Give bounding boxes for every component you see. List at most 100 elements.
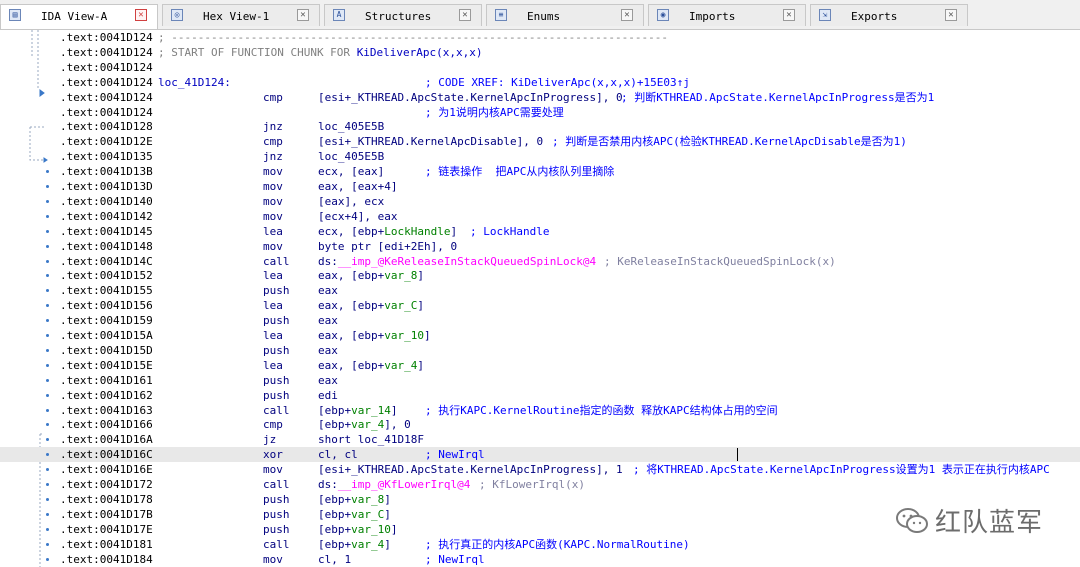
address[interactable]: .text:0041D16E <box>60 462 153 477</box>
listing-row[interactable]: .text:0041D184 mov cl, 1 ; NewIrql <box>0 552 1080 567</box>
operands[interactable]: [ecx+4], eax <box>318 209 397 224</box>
address[interactable]: .text:0041D162 <box>60 388 153 403</box>
operands[interactable]: [ebp+var_C] <box>318 507 391 522</box>
address[interactable]: .text:0041D124 <box>60 105 153 120</box>
address[interactable]: .text:0041D14C <box>60 254 153 269</box>
tab-imports[interactable]: ◉ Imports ✕ <box>648 4 806 26</box>
address[interactable]: .text:0041D15A <box>60 328 153 343</box>
tab-exports[interactable]: ⇲ Exports ✕ <box>810 4 968 26</box>
address[interactable]: .text:0041D16C <box>60 447 153 462</box>
tab-hex-view-1[interactable]: ◎ Hex View-1 ✕ <box>162 4 320 26</box>
listing-row[interactable]: .text:0041D163 call [ebp+var_14] ; 执行KAPC.K… <box>0 403 1080 418</box>
close-icon[interactable]: ✕ <box>783 9 795 21</box>
operands[interactable]: edi <box>318 388 338 403</box>
operands[interactable]: [esi+_KTHREAD.KernelApcDisable], 0 <box>318 134 543 149</box>
address[interactable]: .text:0041D16A <box>60 432 153 447</box>
listing-row[interactable]: .text:0041D156 lea eax, [ebp+var_C] <box>0 298 1080 313</box>
operands[interactable]: [ebp+var_14] <box>318 403 398 418</box>
address[interactable]: .text:0041D178 <box>60 492 153 507</box>
operands[interactable]: [ebp+var_8] <box>318 492 391 507</box>
function-name[interactable]: KiDeliverApc(x,x,x) <box>357 46 483 59</box>
listing-row[interactable]: .text:0041D145 lea ecx, [ebp+LockHandle] ; … <box>0 224 1080 239</box>
operands[interactable]: eax, [eax+4] <box>318 179 397 194</box>
operands[interactable]: short loc_41D18F <box>318 432 424 447</box>
tab-enums[interactable]: ≡ Enums ✕ <box>486 4 644 26</box>
operands[interactable]: cl, 1 <box>318 552 351 567</box>
address[interactable]: .text:0041D124 <box>60 60 153 75</box>
listing-row[interactable]: .text:0041D152 lea eax, [ebp+var_8] <box>0 268 1080 283</box>
operands[interactable]: loc_405E5B <box>318 149 384 164</box>
tab-ida-view-a[interactable]: ▤ IDA View-A ✕ <box>0 4 158 29</box>
listing-row[interactable]: .text:0041D13D mov eax, [eax+4] <box>0 179 1080 194</box>
operands[interactable]: eax <box>318 283 338 298</box>
operands[interactable]: ds:__imp_@KfLowerIrql@4 <box>318 477 470 492</box>
tab-structures[interactable]: A Structures ✕ <box>324 4 482 26</box>
listing-row[interactable]: .text:0041D181 call [ebp+var_4] ; 执行真正的内核AP… <box>0 537 1080 552</box>
address[interactable]: .text:0041D166 <box>60 417 153 432</box>
address[interactable]: .text:0041D15D <box>60 343 153 358</box>
address[interactable]: .text:0041D124 <box>60 30 153 45</box>
listing-row[interactable]: .text:0041D15D push eax <box>0 343 1080 358</box>
address[interactable]: .text:0041D12E <box>60 134 153 149</box>
listing-row[interactable]: .text:0041D124 ; 为1说明内核APC需要处理 <box>0 105 1080 120</box>
listing-row[interactable]: .text:0041D124 ; START OF FUNCTION CHUNK … <box>0 45 1080 60</box>
listing-row[interactable]: .text:0041D14C call ds:__imp_@KeReleaseInS… <box>0 254 1080 269</box>
address[interactable]: .text:0041D163 <box>60 403 153 418</box>
listing-row[interactable]: .text:0041D16C xor cl, cl ; NewIrql <box>0 447 1080 463</box>
listing-row[interactable]: .text:0041D15E lea eax, [ebp+var_4] <box>0 358 1080 373</box>
listing-row[interactable]: .text:0041D15A lea eax, [ebp+var_10] <box>0 328 1080 343</box>
close-icon[interactable]: ✕ <box>135 9 147 21</box>
operands[interactable]: cl, cl <box>318 447 358 462</box>
address[interactable]: .text:0041D135 <box>60 149 153 164</box>
listing-row[interactable]: .text:0041D159 push eax <box>0 313 1080 328</box>
listing-row[interactable]: .text:0041D124 <box>0 60 1080 75</box>
close-icon[interactable]: ✕ <box>621 9 633 21</box>
operands[interactable]: eax <box>318 343 338 358</box>
address[interactable]: .text:0041D145 <box>60 224 153 239</box>
listing-row[interactable]: .text:0041D135 jnz loc_405E5B <box>0 149 1080 164</box>
operands[interactable]: eax, [ebp+var_4] <box>318 358 424 373</box>
operands[interactable]: loc_405E5B <box>318 119 384 134</box>
listing-row[interactable]: .text:0041D124 loc_41D124: ; CODE XREF: Ki… <box>0 75 1080 90</box>
listing-row[interactable]: .text:0041D142 mov [ecx+4], eax <box>0 209 1080 224</box>
operands[interactable]: eax <box>318 373 338 388</box>
address[interactable]: .text:0041D13B <box>60 164 153 179</box>
operands[interactable]: eax, [ebp+var_C] <box>318 298 424 313</box>
address[interactable]: .text:0041D161 <box>60 373 153 388</box>
address[interactable]: .text:0041D172 <box>60 477 153 492</box>
listing-row[interactable]: .text:0041D166 cmp [ebp+var_4], 0 <box>0 417 1080 432</box>
address[interactable]: .text:0041D181 <box>60 537 153 552</box>
address[interactable]: .text:0041D124 <box>60 75 153 90</box>
operands[interactable]: [ebp+var_10] <box>318 522 398 537</box>
operands[interactable]: byte ptr [edi+2Eh], 0 <box>318 239 457 254</box>
address[interactable]: .text:0041D13D <box>60 179 153 194</box>
address[interactable]: .text:0041D148 <box>60 239 153 254</box>
address[interactable]: .text:0041D152 <box>60 268 153 283</box>
operands[interactable]: eax, [ebp+var_8] <box>318 268 424 283</box>
operands[interactable]: eax <box>318 313 338 328</box>
listing-row[interactable]: .text:0041D124 cmp [esi+_KTHREAD.ApcState.… <box>0 90 1080 105</box>
listing-row[interactable]: .text:0041D124 ; ------------------------… <box>0 30 1080 45</box>
code-label[interactable]: loc_41D124: <box>158 75 231 90</box>
operands[interactable]: ecx, [eax] <box>318 164 384 179</box>
address[interactable]: .text:0041D140 <box>60 194 153 209</box>
listing-row[interactable]: .text:0041D172 call ds:__imp_@KfLowerIrql@… <box>0 477 1080 492</box>
listing-row[interactable]: .text:0041D12E cmp [esi+_KTHREAD.KernelApc… <box>0 134 1080 149</box>
listing-row[interactable]: .text:0041D16A jz short loc_41D18F <box>0 432 1080 447</box>
listing-row[interactable]: .text:0041D140 mov [eax], ecx <box>0 194 1080 209</box>
listing-row[interactable]: .text:0041D148 mov byte ptr [edi+2Eh], 0 <box>0 239 1080 254</box>
address[interactable]: .text:0041D155 <box>60 283 153 298</box>
address[interactable]: .text:0041D17E <box>60 522 153 537</box>
operands[interactable]: [esi+_KTHREAD.ApcState.KernelApcInProgre… <box>318 90 623 105</box>
close-icon[interactable]: ✕ <box>297 9 309 21</box>
address[interactable]: .text:0041D159 <box>60 313 153 328</box>
address[interactable]: .text:0041D128 <box>60 119 153 134</box>
address[interactable]: .text:0041D142 <box>60 209 153 224</box>
address[interactable]: .text:0041D124 <box>60 90 153 105</box>
listing-row[interactable]: .text:0041D16E mov [esi+_KTHREAD.ApcState.… <box>0 462 1080 477</box>
operands[interactable]: [ebp+var_4] <box>318 537 391 552</box>
operands[interactable]: [eax], ecx <box>318 194 384 209</box>
operands[interactable]: ecx, [ebp+LockHandle] <box>318 224 457 239</box>
address[interactable]: .text:0041D184 <box>60 552 153 567</box>
listing-row[interactable]: .text:0041D162 push edi <box>0 388 1080 403</box>
